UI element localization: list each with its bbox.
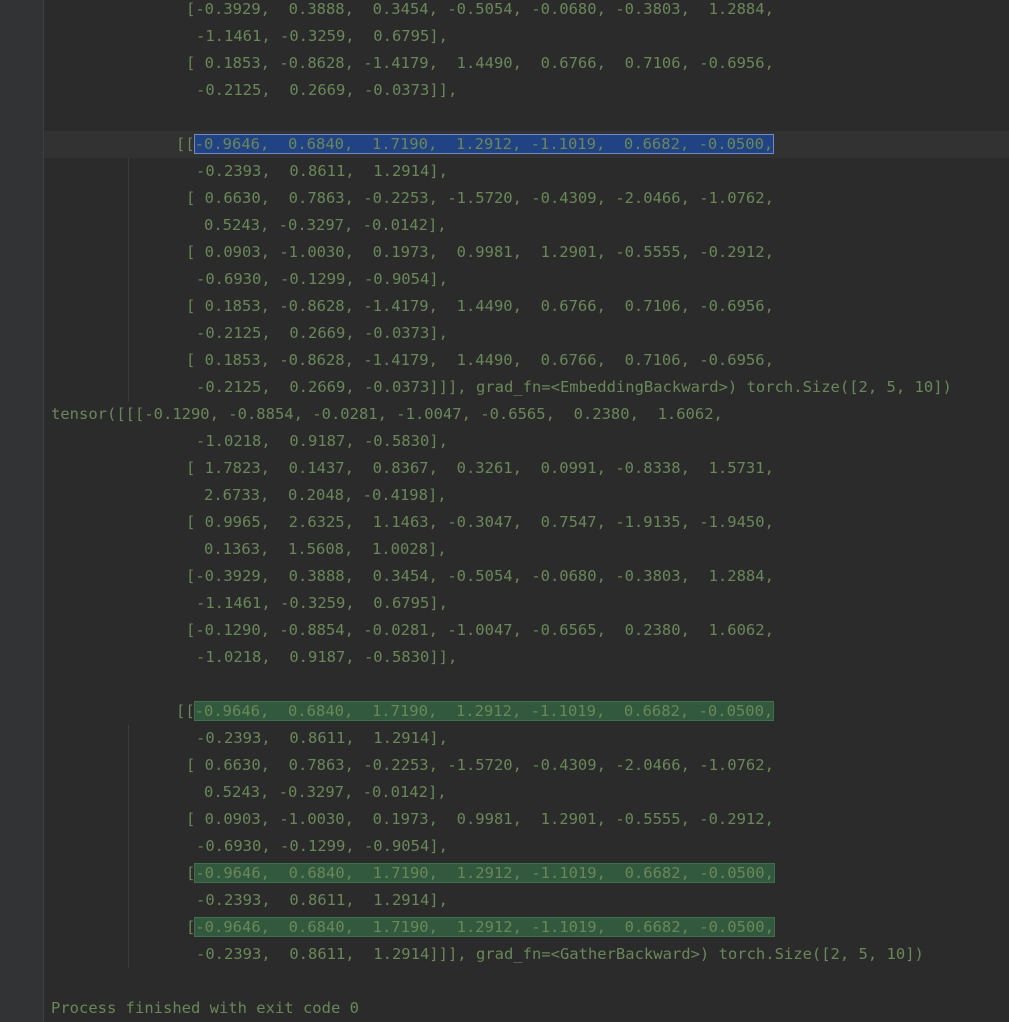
console-line-text: [ 0.6630, 0.7863, -0.2253, -1.5720, -0.4… bbox=[186, 756, 774, 774]
console-line-text: [-0.1290, -0.8854, -0.0281, -1.0047, -0.… bbox=[186, 621, 774, 639]
console-line-text: -0.2125, 0.2669, -0.0373]]], grad_fn=<Em… bbox=[196, 378, 952, 396]
console-line: [[-0.9646, 0.6840, 1.7190, 1.2912, -1.10… bbox=[44, 698, 1009, 725]
console-line: [ 1.7823, 0.1437, 0.8367, 0.3261, 0.0991… bbox=[44, 455, 1009, 482]
console-line: [ 0.1853, -0.8628, -1.4179, 1.4490, 0.67… bbox=[44, 50, 1009, 77]
console-line-text: 2.6733, 0.2048, -0.4198], bbox=[204, 486, 447, 504]
console-line: [-0.3929, 0.3888, 0.3454, -0.5054, -0.06… bbox=[44, 0, 1009, 23]
search-match-highlight: -0.9646, 0.6840, 1.7190, 1.2912, -1.1019… bbox=[194, 863, 775, 883]
console-line: [ 0.9965, 2.6325, 1.1463, -0.3047, 0.754… bbox=[44, 509, 1009, 536]
search-match-highlight: -0.9646, 0.6840, 1.7190, 1.2912, -1.1019… bbox=[194, 917, 775, 937]
console-line-text: -1.0218, 0.9187, -0.5830]], bbox=[196, 648, 458, 666]
run-console[interactable]: [-0.3929, 0.3888, 0.3454, -0.5054, -0.06… bbox=[0, 0, 1009, 1022]
console-line-text: [-0.9646, 0.6840, 1.7190, 1.2912, -1.101… bbox=[186, 863, 775, 883]
console-line-text: -0.2393, 0.8611, 1.2914]]], grad_fn=<Gat… bbox=[196, 945, 924, 963]
console-line: [ 0.0903, -1.0030, 0.1973, 0.9981, 1.290… bbox=[44, 239, 1009, 266]
console-line: 0.1363, 1.5608, 1.0028], bbox=[44, 536, 1009, 563]
console-line-text: -1.1461, -0.3259, 0.6795], bbox=[196, 27, 448, 45]
console-line: Process finished with exit code 0 bbox=[44, 995, 1009, 1022]
console-line-text: -0.2125, 0.2669, -0.0373], bbox=[196, 324, 448, 342]
console-line: [[-0.9646, 0.6840, 1.7190, 1.2912, -1.10… bbox=[44, 131, 1009, 158]
console-line: -0.2125, 0.2669, -0.0373]]], grad_fn=<Em… bbox=[44, 374, 1009, 401]
console-line-text: [ 0.9965, 2.6325, 1.1463, -0.3047, 0.754… bbox=[186, 513, 774, 531]
console-line-text: 0.5243, -0.3297, -0.0142], bbox=[204, 783, 447, 801]
console-line-text: [[-0.9646, 0.6840, 1.7190, 1.2912, -1.10… bbox=[176, 701, 775, 721]
console-line-text: -1.0218, 0.9187, -0.5830], bbox=[196, 432, 448, 450]
console-line: tensor([[[-0.1290, -0.8854, -0.0281, -1.… bbox=[44, 401, 1009, 428]
console-line: -0.2393, 0.8611, 1.2914]]], grad_fn=<Gat… bbox=[44, 941, 1009, 968]
console-line: [-0.9646, 0.6840, 1.7190, 1.2912, -1.101… bbox=[44, 860, 1009, 887]
console-line-text: tensor([[[-0.1290, -0.8854, -0.0281, -1.… bbox=[51, 405, 723, 423]
console-line-text: [ 0.1853, -0.8628, -1.4179, 1.4490, 0.67… bbox=[186, 297, 774, 315]
console-line: [ 0.6630, 0.7863, -0.2253, -1.5720, -0.4… bbox=[44, 185, 1009, 212]
console-line: 0.5243, -0.3297, -0.0142], bbox=[44, 212, 1009, 239]
console-line-text: Process finished with exit code 0 bbox=[51, 999, 359, 1017]
console-line: [ 0.1853, -0.8628, -1.4179, 1.4490, 0.67… bbox=[44, 293, 1009, 320]
console-line-text: [-0.9646, 0.6840, 1.7190, 1.2912, -1.101… bbox=[186, 917, 775, 937]
console-line-text: [ 1.7823, 0.1437, 0.8367, 0.3261, 0.0991… bbox=[186, 459, 774, 477]
console-line-text: [[-0.9646, 0.6840, 1.7190, 1.2912, -1.10… bbox=[176, 134, 775, 154]
console-line-text: -0.2393, 0.8611, 1.2914], bbox=[196, 729, 448, 747]
console-line-text: [-0.3929, 0.3888, 0.3454, -0.5054, -0.06… bbox=[186, 0, 774, 18]
console-line: 2.6733, 0.2048, -0.4198], bbox=[44, 482, 1009, 509]
console-line: -0.6930, -0.1299, -0.9054], bbox=[44, 833, 1009, 860]
console-line: [ 0.1853, -0.8628, -1.4179, 1.4490, 0.67… bbox=[44, 347, 1009, 374]
indent-guide bbox=[128, 158, 129, 401]
console-line-text: -0.6930, -0.1299, -0.9054], bbox=[196, 270, 448, 288]
console-line: [ 0.6630, 0.7863, -0.2253, -1.5720, -0.4… bbox=[44, 752, 1009, 779]
console-line: [ 0.0903, -1.0030, 0.1973, 0.9981, 1.290… bbox=[44, 806, 1009, 833]
console-line-text: 0.1363, 1.5608, 1.0028], bbox=[204, 540, 447, 558]
console-line: 0.5243, -0.3297, -0.0142], bbox=[44, 779, 1009, 806]
console-line-text: [-0.3929, 0.3888, 0.3454, -0.5054, -0.06… bbox=[186, 567, 774, 585]
console-line-text: [ 0.0903, -1.0030, 0.1973, 0.9981, 1.290… bbox=[186, 243, 774, 261]
console-line-text: -0.2393, 0.8611, 1.2914], bbox=[196, 891, 448, 909]
console-line: [-0.3929, 0.3888, 0.3454, -0.5054, -0.06… bbox=[44, 563, 1009, 590]
console-gutter bbox=[0, 0, 44, 1022]
console-line-text: 0.5243, -0.3297, -0.0142], bbox=[204, 216, 447, 234]
console-line: -1.1461, -0.3259, 0.6795], bbox=[44, 23, 1009, 50]
indent-guide bbox=[128, 725, 129, 968]
console-output[interactable]: [-0.3929, 0.3888, 0.3454, -0.5054, -0.06… bbox=[44, 0, 1009, 1022]
console-line-text: -1.1461, -0.3259, 0.6795], bbox=[196, 594, 448, 612]
console-line-text: [ 0.1853, -0.8628, -1.4179, 1.4490, 0.67… bbox=[186, 351, 774, 369]
selected-text: -0.9646, 0.6840, 1.7190, 1.2912, -1.1019… bbox=[193, 134, 775, 154]
console-line-text: -0.6930, -0.1299, -0.9054], bbox=[196, 837, 448, 855]
console-line: -0.2393, 0.8611, 1.2914], bbox=[44, 158, 1009, 185]
console-line: [-0.9646, 0.6840, 1.7190, 1.2912, -1.101… bbox=[44, 914, 1009, 941]
console-line-text: -0.2393, 0.8611, 1.2914], bbox=[196, 162, 448, 180]
search-match-highlight: -0.9646, 0.6840, 1.7190, 1.2912, -1.1019… bbox=[193, 701, 775, 721]
console-line: [-0.1290, -0.8854, -0.0281, -1.0047, -0.… bbox=[44, 617, 1009, 644]
console-line: -0.2393, 0.8611, 1.2914], bbox=[44, 725, 1009, 752]
console-line: -0.2125, 0.2669, -0.0373]], bbox=[44, 77, 1009, 104]
console-line-text: [ 0.0903, -1.0030, 0.1973, 0.9981, 1.290… bbox=[186, 810, 774, 828]
console-line: -1.0218, 0.9187, -0.5830], bbox=[44, 428, 1009, 455]
console-line: -1.1461, -0.3259, 0.6795], bbox=[44, 590, 1009, 617]
console-line: -1.0218, 0.9187, -0.5830]], bbox=[44, 644, 1009, 671]
console-line: -0.2393, 0.8611, 1.2914], bbox=[44, 887, 1009, 914]
console-line-text: [ 0.1853, -0.8628, -1.4179, 1.4490, 0.67… bbox=[186, 54, 774, 72]
console-line-text: [ 0.6630, 0.7863, -0.2253, -1.5720, -0.4… bbox=[186, 189, 774, 207]
console-line-text: -0.2125, 0.2669, -0.0373]], bbox=[196, 81, 458, 99]
console-line: -0.6930, -0.1299, -0.9054], bbox=[44, 266, 1009, 293]
console-line: -0.2125, 0.2669, -0.0373], bbox=[44, 320, 1009, 347]
